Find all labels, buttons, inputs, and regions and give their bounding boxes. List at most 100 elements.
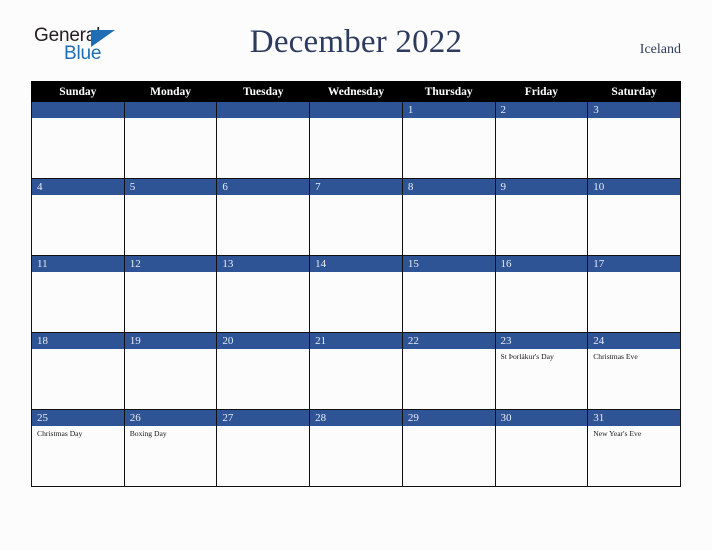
weekday-header-friday: Friday — [494, 81, 589, 102]
day-number: 5 — [124, 179, 217, 195]
calendar-day-cell[interactable]: 4 — [31, 178, 125, 256]
day-number: 25 — [32, 410, 124, 426]
day-number — [32, 102, 124, 118]
calendar-day-cell[interactable]: 16 — [494, 255, 589, 333]
day-number: 20 — [217, 333, 310, 349]
calendar-week-row: 11 12 13 14 15 16 17 — [31, 255, 681, 333]
day-number: 26 — [124, 410, 217, 426]
day-events — [217, 272, 309, 275]
holiday-label: New Year's Eve — [593, 429, 642, 438]
calendar-day-cell[interactable]: 9 — [494, 178, 589, 256]
calendar-day-cell[interactable]: 1 — [401, 101, 496, 179]
day-number: 8 — [402, 179, 495, 195]
calendar-day-cell[interactable]: 21 — [309, 332, 403, 410]
calendar-day-cell[interactable]: 13 — [216, 255, 311, 333]
day-number: 13 — [217, 256, 310, 272]
calendar-day-cell[interactable]: 23 St Þorlákur's Day — [494, 332, 589, 410]
holiday-label: St Þorlákur's Day — [500, 352, 554, 361]
day-events: St Þorlákur's Day — [496, 349, 588, 362]
day-number: 31 — [588, 410, 680, 426]
day-events: Christmas Day — [32, 426, 124, 439]
day-events — [125, 195, 217, 198]
calendar-day-cell[interactable]: 11 — [31, 255, 125, 333]
calendar-day-cell[interactable]: 24 Christmas Eve — [587, 332, 681, 410]
day-number: 30 — [495, 410, 588, 426]
day-events — [125, 349, 217, 352]
day-events — [403, 426, 495, 429]
day-events — [403, 118, 495, 121]
calendar-day-cell[interactable]: 6 — [216, 178, 311, 256]
calendar-week-row: 25 Christmas Day 26 Boxing Day 27 28 29 30 31 New… — [31, 409, 681, 487]
calendar-empty-cell — [216, 101, 311, 179]
day-events: Christmas Eve — [588, 349, 680, 362]
calendar-day-cell[interactable]: 31 New Year's Eve — [587, 409, 681, 487]
month-calendar-grid: Sunday Monday Tuesday Wednesday Thursday… — [31, 81, 681, 487]
day-events — [588, 195, 680, 198]
day-events — [310, 426, 402, 429]
calendar-day-cell[interactable]: 8 — [401, 178, 496, 256]
calendar-day-cell[interactable]: 22 — [401, 332, 496, 410]
day-number: 15 — [402, 256, 495, 272]
calendar-empty-cell — [123, 101, 218, 179]
calendar-page: General Blue December 2022 Iceland Sunda… — [0, 0, 712, 550]
day-events — [403, 349, 495, 352]
day-number: 19 — [124, 333, 217, 349]
country-label: Iceland — [639, 42, 681, 57]
day-number: 12 — [124, 256, 217, 272]
day-events — [217, 349, 309, 352]
calendar-week-row: 18 19 20 21 22 23 St Þorlákur's Day 24 Christmas… — [31, 332, 681, 410]
day-events — [125, 118, 217, 121]
day-events — [403, 272, 495, 275]
day-events — [32, 272, 124, 275]
day-number: 18 — [32, 333, 124, 349]
day-number: 11 — [32, 256, 124, 272]
calendar-day-cell[interactable]: 19 — [123, 332, 218, 410]
calendar-day-cell[interactable]: 5 — [123, 178, 218, 256]
calendar-day-cell[interactable]: 26 Boxing Day — [123, 409, 218, 487]
day-number — [124, 102, 217, 118]
day-events — [496, 272, 588, 275]
day-events — [588, 118, 680, 121]
day-number: 21 — [310, 333, 402, 349]
day-events — [310, 195, 402, 198]
day-number: 3 — [588, 102, 680, 118]
calendar-day-cell[interactable]: 2 — [494, 101, 589, 179]
calendar-day-cell[interactable]: 20 — [216, 332, 311, 410]
calendar-day-cell[interactable]: 29 — [401, 409, 496, 487]
day-number: 16 — [495, 256, 588, 272]
weekday-header-thursday: Thursday — [401, 81, 496, 102]
calendar-day-cell[interactable]: 17 — [587, 255, 681, 333]
day-number: 1 — [402, 102, 495, 118]
calendar-week-row: 4 5 6 7 8 9 10 — [31, 178, 681, 256]
calendar-day-cell[interactable]: 3 — [587, 101, 681, 179]
day-number: 9 — [495, 179, 588, 195]
calendar-day-cell[interactable]: 15 — [401, 255, 496, 333]
day-number: 27 — [217, 410, 310, 426]
calendar-week-row: 123 — [31, 101, 681, 179]
calendar-day-cell[interactable]: 7 — [309, 178, 403, 256]
day-events — [403, 195, 495, 198]
day-events — [217, 426, 309, 429]
weekday-header-row: Sunday Monday Tuesday Wednesday Thursday… — [31, 81, 681, 102]
calendar-day-cell[interactable]: 12 — [123, 255, 218, 333]
weekday-header-tuesday: Tuesday — [216, 81, 311, 102]
calendar-day-cell[interactable]: 14 — [309, 255, 403, 333]
calendar-day-cell[interactable]: 10 — [587, 178, 681, 256]
calendar-day-cell[interactable]: 27 — [216, 409, 311, 487]
page-header: General Blue December 2022 Iceland — [31, 24, 681, 72]
calendar-day-cell[interactable]: 28 — [309, 409, 403, 487]
calendar-day-cell[interactable]: 25 Christmas Day — [31, 409, 125, 487]
day-events — [496, 195, 588, 198]
day-number: 17 — [588, 256, 680, 272]
day-events — [32, 195, 124, 198]
day-number: 2 — [495, 102, 588, 118]
day-number: 22 — [402, 333, 495, 349]
day-number: 28 — [310, 410, 402, 426]
day-number: 4 — [32, 179, 124, 195]
calendar-day-cell[interactable]: 30 — [494, 409, 589, 487]
calendar-day-cell[interactable]: 18 — [31, 332, 125, 410]
weekday-header-wednesday: Wednesday — [309, 81, 403, 102]
day-number: 10 — [588, 179, 680, 195]
day-events — [310, 118, 402, 121]
day-number: 24 — [588, 333, 680, 349]
